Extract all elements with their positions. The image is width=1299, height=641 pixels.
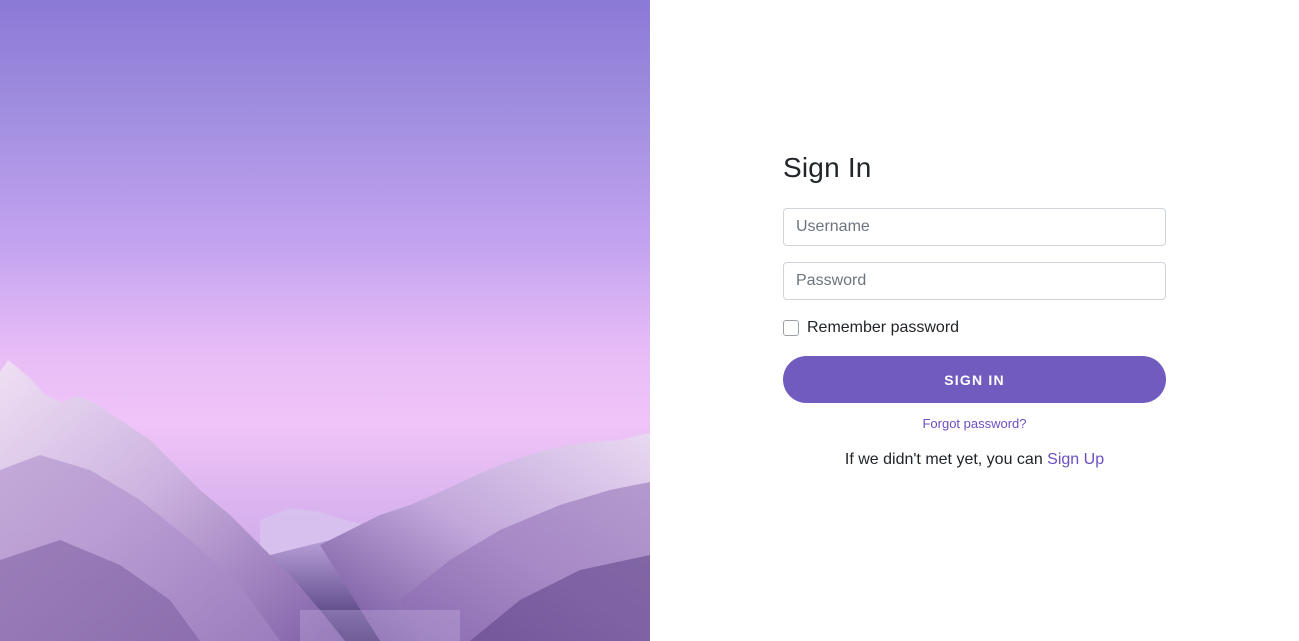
signup-prompt-text: If we didn't met yet, you can — [844, 451, 1043, 468]
signin-button[interactable]: SIGN IN — [783, 356, 1166, 403]
mountain-background-image — [0, 0, 650, 641]
login-page: Sign In Remember password SIGN IN Forgot… — [0, 0, 1299, 641]
signin-form: Sign In Remember password SIGN IN Forgot… — [783, 148, 1166, 469]
password-input[interactable] — [783, 262, 1166, 300]
username-input[interactable] — [783, 208, 1166, 246]
remember-password-row: Remember password — [783, 318, 1166, 338]
signup-link[interactable]: Sign Up — [1047, 451, 1104, 468]
login-panel: Sign In Remember password SIGN IN Forgot… — [650, 0, 1299, 641]
remember-password-label[interactable]: Remember password — [807, 319, 959, 337]
signup-prompt: If we didn't met yet, you can Sign Up — [783, 451, 1166, 469]
forgot-password-link[interactable]: Forgot password? — [783, 416, 1166, 431]
mountain-illustration — [0, 360, 650, 641]
page-title: Sign In — [783, 152, 872, 183]
remember-password-checkbox[interactable] — [783, 320, 799, 336]
